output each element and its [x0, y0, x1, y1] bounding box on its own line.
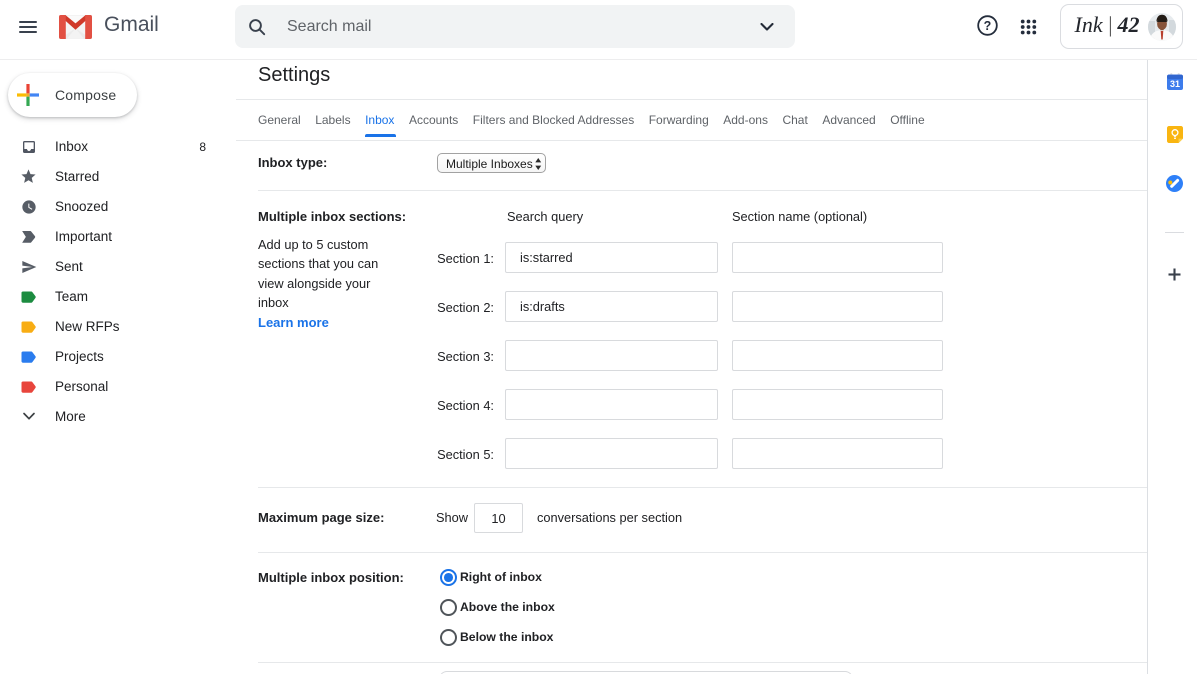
- svg-text:?: ?: [984, 19, 992, 33]
- svg-text:31: 31: [1170, 79, 1180, 89]
